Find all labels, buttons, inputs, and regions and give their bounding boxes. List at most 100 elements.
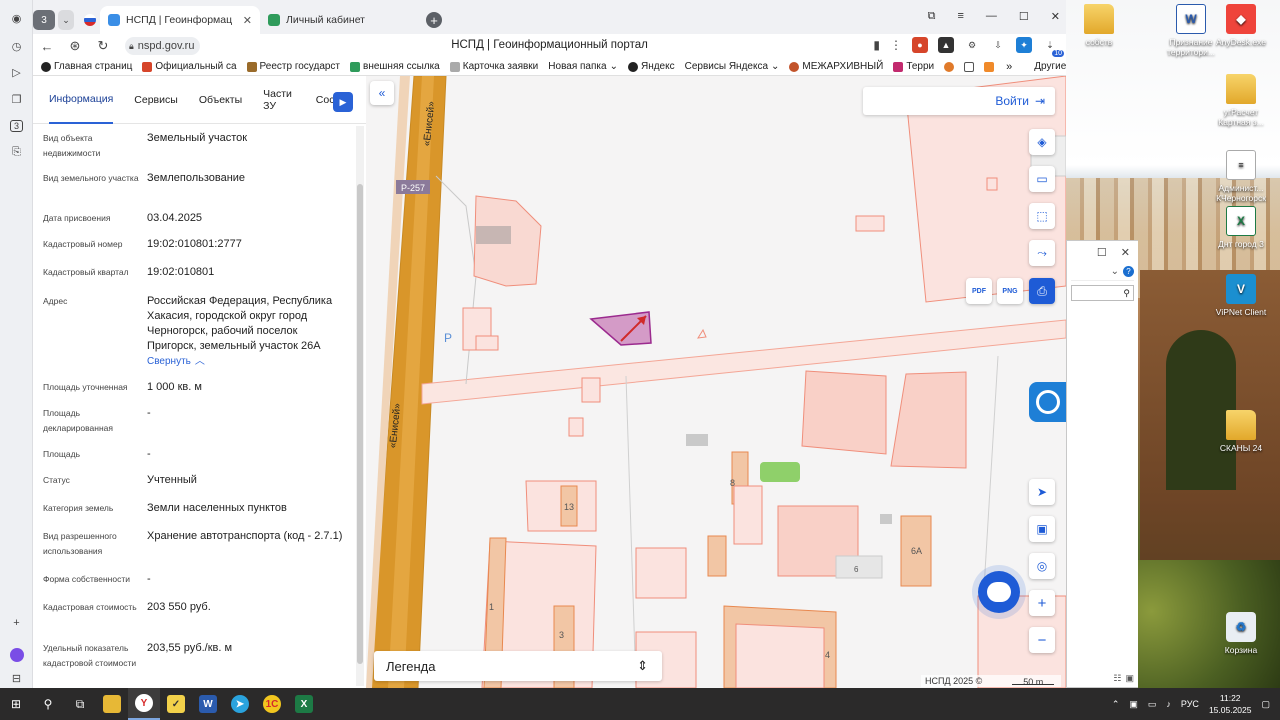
layers-icon[interactable]: ◈ bbox=[1029, 129, 1055, 155]
select-area-icon[interactable]: ⬚ bbox=[1029, 203, 1055, 229]
start-icon[interactable]: ⊞ bbox=[0, 688, 32, 720]
task-view-icon[interactable]: ⧉ bbox=[64, 688, 96, 720]
yandex-browser-icon[interactable]: Y bbox=[128, 688, 160, 720]
new-tab-button[interactable]: + bbox=[426, 12, 442, 28]
excel-icon[interactable]: X bbox=[288, 688, 320, 720]
bookmark-folder[interactable]: Новая папка ⌄ bbox=[548, 61, 618, 72]
bookmark-item[interactable]: внешняя ссылка bbox=[350, 61, 440, 72]
collapse-panel-button[interactable]: « bbox=[370, 81, 394, 105]
telegram-icon[interactable]: ➤ bbox=[224, 688, 256, 720]
explorer-icon[interactable] bbox=[96, 688, 128, 720]
tab-nspd[interactable]: НСПД | Геоинформац ✕ bbox=[100, 6, 260, 34]
background-window-search[interactable]: ⚲ bbox=[1071, 285, 1134, 301]
add-panel-icon[interactable]: + bbox=[8, 614, 25, 631]
chat-support-icon[interactable] bbox=[978, 571, 1020, 613]
minimize-icon[interactable]: — bbox=[986, 10, 997, 23]
desktop-icon-skany[interactable]: СКАНЫ 24 bbox=[1210, 410, 1272, 453]
bookmark-item[interactable]: Реестр государст bbox=[246, 61, 340, 72]
tabs-next-arrow-icon[interactable]: ▶ bbox=[333, 92, 353, 112]
close-icon[interactable]: ✕ bbox=[1051, 10, 1060, 23]
bookmark-item[interactable]: Яндекс bbox=[627, 61, 675, 72]
tab-services[interactable]: Сервисы bbox=[134, 76, 178, 124]
panel-settings-icon[interactable]: ⊟ bbox=[8, 670, 25, 687]
close-icon[interactable]: ✕ bbox=[1121, 246, 1130, 259]
tray-app-icon[interactable]: ▣ bbox=[1129, 699, 1138, 710]
tab-manager-icon[interactable]: ⧉ bbox=[928, 10, 936, 23]
extension-hat-icon[interactable]: ▲ bbox=[938, 37, 954, 53]
maximize-icon[interactable]: ☐ bbox=[1097, 246, 1107, 259]
help-icon[interactable]: ? bbox=[1123, 266, 1134, 277]
extensions-puzzle-icon[interactable]: ⚙ bbox=[964, 37, 980, 53]
bookmark-mini[interactable] bbox=[944, 61, 955, 72]
bookmark-mini[interactable] bbox=[984, 61, 995, 72]
downloads-badge-icon[interactable]: ⇣ 10 bbox=[1042, 37, 1064, 57]
other-bookmarks[interactable]: Другие закладки⌄ bbox=[1034, 61, 1066, 72]
notes-icon[interactable]: ✓ bbox=[160, 688, 192, 720]
share-icon[interactable]: ⤳ bbox=[1029, 240, 1055, 266]
desktop-icon-vipnet[interactable]: V ViPNet Client bbox=[1210, 274, 1272, 317]
play-icon[interactable]: ▷ bbox=[8, 64, 25, 81]
desktop-icon-sobstv[interactable]: собств bbox=[1068, 4, 1130, 47]
desktop-icon-dnt[interactable]: X Днт город 3 bbox=[1210, 206, 1272, 249]
volume-icon[interactable]: ♪ bbox=[1166, 699, 1171, 709]
desktop-icon-admin[interactable]: ≡ Админист... КЧерногорск bbox=[1210, 150, 1272, 203]
bookmark-item[interactable]: Официальный са bbox=[142, 61, 237, 72]
yandex-alice-icon[interactable]: ◉ bbox=[8, 10, 25, 27]
close-tab-icon[interactable]: ✕ bbox=[243, 14, 252, 27]
login-button[interactable]: Войти ⇥ bbox=[863, 87, 1055, 115]
language-indicator[interactable]: РУС bbox=[1181, 699, 1199, 709]
tab-group-badge[interactable]: 3 bbox=[8, 117, 25, 134]
print-icon[interactable]: ⎙ bbox=[1029, 278, 1055, 304]
desktop-icon-anydesk[interactable]: ◆ AnyDesk.exe bbox=[1210, 4, 1272, 47]
bookmarks-overflow[interactable]: » bbox=[1006, 61, 1012, 73]
scrollbar-thumb[interactable] bbox=[357, 184, 363, 664]
tab-parts[interactable]: Части ЗУ bbox=[263, 76, 295, 124]
show-hidden-icon[interactable]: ⌃ bbox=[1112, 699, 1120, 710]
clock[interactable]: 11:22 15.05.2025 bbox=[1209, 692, 1252, 716]
chevron-down-icon[interactable]: ⌄ bbox=[1111, 266, 1119, 277]
tab-group-chevron-down-icon[interactable]: ⌄ bbox=[58, 10, 74, 30]
history-icon[interactable]: ◷ bbox=[8, 38, 25, 55]
zoom-out-icon[interactable]: − bbox=[1029, 627, 1055, 653]
search-location-icon[interactable]: ◎ bbox=[1029, 553, 1055, 579]
tiles-view-icon[interactable]: ▣ bbox=[1125, 673, 1134, 684]
tab-information[interactable]: Информация bbox=[49, 76, 114, 124]
collapse-button[interactable]: Свернуть ︿ bbox=[147, 354, 205, 369]
map-canvas[interactable]: 13 8 6 6А 1 3 4 «Енисей» «Енисей» Р-257 … bbox=[366, 76, 1066, 688]
bookmark-item[interactable]: Терри bbox=[893, 61, 934, 72]
geolocation-icon[interactable]: ➤ bbox=[1029, 479, 1055, 505]
downloads-icon[interactable]: ⇩ bbox=[990, 37, 1006, 53]
bookmark-item[interactable]: Главная страниц bbox=[41, 61, 132, 72]
tab-group-button[interactable]: 3 bbox=[33, 10, 55, 30]
word-icon[interactable]: W bbox=[192, 688, 224, 720]
tab-personal-cabinet[interactable]: Личный кабинет bbox=[260, 6, 420, 34]
bookmark-item[interactable]: Карточка заявки bbox=[449, 61, 538, 72]
onec-icon[interactable]: 1C bbox=[256, 688, 288, 720]
bookmark-icon[interactable]: ▮ bbox=[873, 38, 880, 52]
minimap-icon[interactable]: ▣ bbox=[1029, 516, 1055, 542]
export-pdf-icon[interactable]: PDF bbox=[966, 278, 992, 304]
field-value[interactable]: 19:02:010801:2777 bbox=[147, 237, 347, 252]
export-png-icon[interactable]: PNG bbox=[997, 278, 1023, 304]
desktop-icon-raschet[interactable]: угРасчет Картная з... bbox=[1210, 74, 1272, 127]
bookmark-item[interactable]: МЕЖАРХИВНЫЙ bbox=[789, 61, 883, 72]
extension-icon[interactable]: ● bbox=[912, 37, 928, 53]
notifications-icon[interactable]: ▢ bbox=[1261, 699, 1270, 710]
bookmark-folder[interactable]: Сервисы Яндекса ⌄ bbox=[685, 61, 780, 72]
desktop-icon-recycle-bin[interactable]: ♻ Корзина bbox=[1210, 612, 1272, 655]
zoom-in-icon[interactable]: + bbox=[1029, 590, 1055, 616]
collections-icon[interactable]: ❐ bbox=[8, 91, 25, 108]
legend-dropdown[interactable]: Легенда ⇕ bbox=[374, 651, 662, 681]
more-icon[interactable]: ⋮ bbox=[890, 38, 902, 52]
menu-icon[interactable]: ≡ bbox=[957, 10, 963, 23]
network-icon[interactable]: ▭ bbox=[1148, 699, 1157, 710]
alice-assistant-icon[interactable] bbox=[8, 646, 25, 663]
background-window[interactable]: ☐ ✕ ⌄? ⚲ ☷ ▣ bbox=[1066, 240, 1138, 688]
field-value[interactable]: 19:02:010801 bbox=[147, 265, 347, 280]
tab-objects[interactable]: Объекты bbox=[199, 76, 242, 124]
ruler-icon[interactable]: ▭ bbox=[1029, 166, 1055, 192]
bookmark-mini[interactable] bbox=[964, 61, 975, 72]
screenshot-icon[interactable]: ⎘ bbox=[8, 144, 25, 161]
panel-scrollbar[interactable] bbox=[356, 126, 364, 686]
extension-shield-icon[interactable]: ✦ bbox=[1016, 37, 1032, 53]
